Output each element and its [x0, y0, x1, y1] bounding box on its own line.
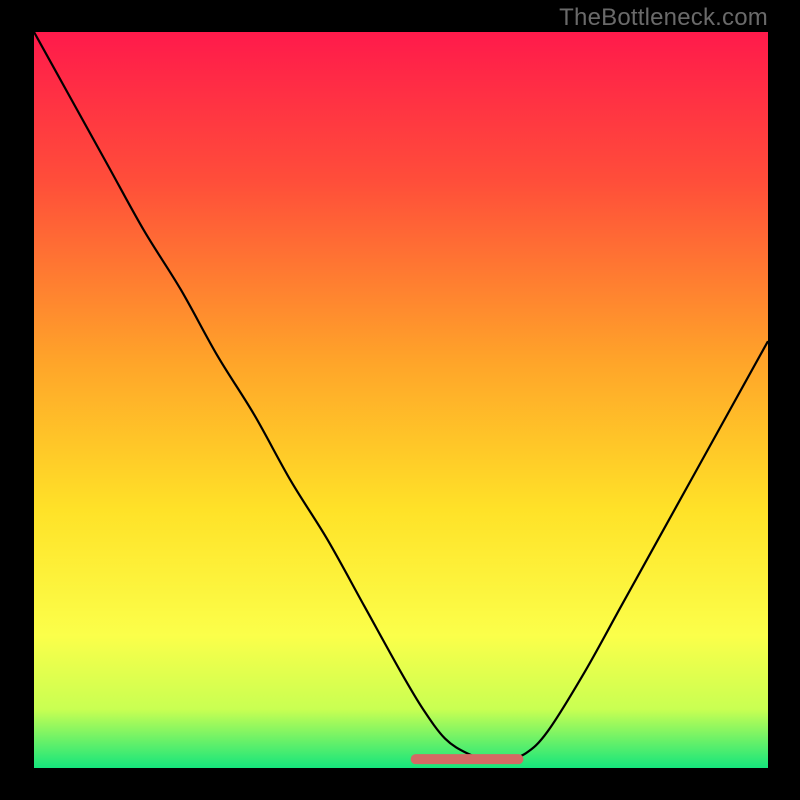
chart-background — [34, 32, 768, 768]
watermark-label: TheBottleneck.com — [559, 4, 768, 32]
chart-svg — [34, 32, 768, 768]
chart-frame: TheBottleneck.com — [0, 0, 800, 800]
plot-area — [34, 32, 768, 768]
